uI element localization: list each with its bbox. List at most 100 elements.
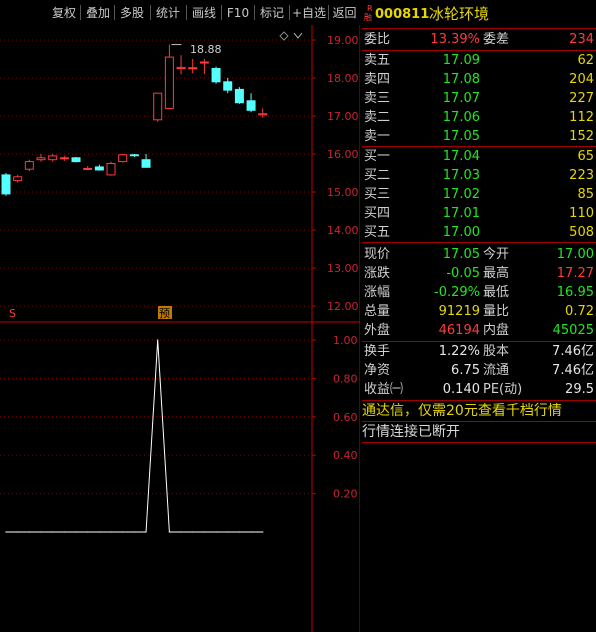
y-tick-label: 1.00 <box>333 334 358 347</box>
stat-value: 0.72 <box>565 304 594 319</box>
stat-value: 17.27 <box>556 266 594 281</box>
sell-level-row: 卖四 17.08 204 <box>362 70 596 89</box>
y-tick-label: 16.00 <box>327 148 359 161</box>
candle <box>211 66 221 84</box>
y-tick-label: 13.00 <box>327 262 359 275</box>
candle-body <box>188 67 198 70</box>
chart-area[interactable]: 19.00 18.00 17.00 16.00 15.00 14.00 13.00 12.00… <box>0 0 360 632</box>
buy-price: 17.02 <box>442 187 480 202</box>
weicha-label: 委差 <box>483 32 510 47</box>
stat-label: 今开 <box>483 247 510 262</box>
candle-body <box>258 113 268 116</box>
add-watchlist-button[interactable]: +自选 <box>291 3 327 23</box>
indicator-point <box>157 339 159 341</box>
marker-yu: 预 <box>159 307 170 320</box>
finance-row: 净资 6.75 流通 7.46亿 <box>362 361 596 380</box>
overlay-button[interactable]: 叠加 <box>83 3 113 23</box>
candle <box>71 157 81 163</box>
candle-body <box>118 154 128 163</box>
sell-level-label: 卖五 <box>364 53 391 68</box>
toolbar-divider <box>80 5 81 20</box>
sell-price: 17.07 <box>442 91 480 106</box>
indicator-point <box>262 531 264 533</box>
candle-body <box>36 157 46 161</box>
sell-level-row: 卖五 17.09 62 <box>362 51 596 70</box>
stock-code: 000811 <box>375 7 430 22</box>
sell-price: 17.05 <box>442 129 480 144</box>
buy-price: 17.01 <box>442 206 480 221</box>
weibi-row: 委比 13.39% 委差 234 <box>362 30 596 49</box>
buy-volume: 65 <box>577 149 594 164</box>
kline-chart <box>1 44 268 196</box>
multi-stock-button[interactable]: 多股 <box>117 3 147 23</box>
draw-line-button[interactable]: 画线 <box>189 3 219 23</box>
finance-value: 1.22% <box>438 344 480 359</box>
stats-row: 总量 91219 量比 0.72 <box>362 302 596 321</box>
sell-level-label: 卖三 <box>364 91 391 106</box>
candle-body <box>164 56 174 109</box>
buy-level-label: 买五 <box>364 225 391 240</box>
margin-trading-badge: R 融 <box>364 4 373 22</box>
diamond-icon[interactable] <box>279 31 289 41</box>
finance-row: 收益㈠ 0.140 PE(动) 29.5 <box>362 380 596 399</box>
indicator-point <box>110 531 112 533</box>
indicator-point <box>122 531 124 533</box>
finance-value: 7.46亿 <box>552 363 594 378</box>
finance-label: 收益㈠ <box>364 382 404 397</box>
f10-button[interactable]: F10 <box>224 3 252 23</box>
stat-label: 现价 <box>364 247 391 262</box>
candle <box>153 92 163 122</box>
mark-button[interactable]: 标记 <box>257 3 287 23</box>
toolbar-divider <box>289 5 290 20</box>
stat-value: 45025 <box>552 323 594 338</box>
upgrade-ad-link[interactable]: 通达信，仅需20元查看千档行情 <box>362 401 596 421</box>
stat-label: 最低 <box>483 285 510 300</box>
stats-row: 外盘 46194 内盘 45025 <box>362 321 596 340</box>
buy-volume: 85 <box>577 187 594 202</box>
sell-level-row: 卖三 17.07 227 <box>362 89 596 108</box>
indicator-point <box>203 531 205 533</box>
candle-body <box>246 100 256 111</box>
finance-value: 0.140 <box>442 382 480 397</box>
sell-level-label: 卖四 <box>364 72 391 87</box>
buy-volume: 110 <box>569 206 594 221</box>
finance-value: 29.5 <box>565 382 594 397</box>
candle <box>24 159 34 172</box>
buy-level-label: 买一 <box>364 149 391 164</box>
weicha-value: 234 <box>569 32 594 47</box>
toolbar-divider <box>114 5 115 20</box>
back-button[interactable]: 返回 <box>330 3 359 23</box>
finance-value: 6.75 <box>451 363 480 378</box>
stat-label: 内盘 <box>483 323 510 338</box>
candle <box>118 154 128 163</box>
y-tick-label: 0.80 <box>333 372 358 385</box>
candle-body <box>24 161 34 170</box>
candle <box>1 173 11 196</box>
candle-body <box>211 68 221 83</box>
weibi-value: 13.39% <box>430 32 480 47</box>
toolbar-divider <box>221 5 222 20</box>
buy-level-label: 买四 <box>364 206 391 221</box>
buy-volume: 223 <box>569 168 594 183</box>
candle-body <box>83 167 93 170</box>
weibi-label: 委比 <box>364 32 391 47</box>
candle <box>234 87 244 104</box>
chevron-down-icon[interactable] <box>293 32 303 39</box>
restore-rights-button[interactable]: 复权 <box>49 3 79 23</box>
buy-level-row: 买四 17.01 110 <box>362 204 596 223</box>
indicator-line <box>6 339 263 533</box>
candle-body <box>1 174 11 195</box>
sell-price: 17.09 <box>442 53 480 68</box>
toolbar-divider <box>186 5 187 20</box>
candle <box>176 55 186 75</box>
indicator-point <box>180 531 182 533</box>
y-tick-label: 17.00 <box>327 110 359 123</box>
candle <box>48 154 58 162</box>
sell-volume: 112 <box>569 110 594 125</box>
candle <box>94 164 104 171</box>
statistics-button[interactable]: 统计 <box>153 3 183 23</box>
marker-s: S <box>9 307 16 320</box>
sell-level-row: 卖二 17.06 112 <box>362 108 596 127</box>
indicator-point <box>133 531 135 533</box>
candle-body <box>141 159 151 168</box>
